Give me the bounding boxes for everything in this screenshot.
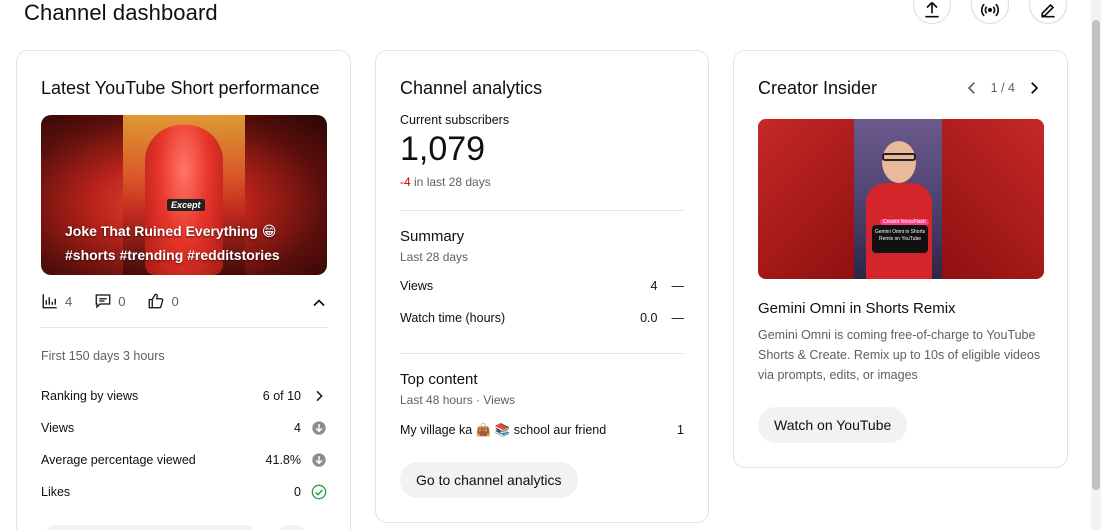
bar-chart-icon	[42, 294, 57, 309]
row-value: 4	[650, 279, 658, 293]
go-live-button[interactable]	[971, 0, 1009, 24]
live-broadcast-icon	[980, 3, 1000, 17]
delta-value: -4	[400, 175, 411, 189]
likes-count: 0	[171, 293, 179, 309]
row-label: My village ka 👜 📚 school aur friend	[400, 423, 607, 437]
creator-insider-card: Creator Insider 1 / 4 Creator NewsFlash …	[733, 50, 1068, 468]
card-title: Creator Insider	[758, 78, 878, 98]
row-value: 0.0	[640, 311, 658, 325]
pager: 1 / 4	[963, 79, 1043, 97]
metric-value: 6 of 10	[262, 389, 301, 403]
period-label: First 150 days 3 hours	[41, 349, 165, 363]
collapse-chevron-icon[interactable]	[309, 293, 329, 313]
metric-value: 4	[294, 421, 301, 435]
row-trend: —	[671, 279, 685, 293]
metric-label: Ranking by views	[41, 389, 139, 403]
comments-stat: 0	[94, 292, 125, 310]
subscriber-delta: -4 in last 28 days	[400, 175, 491, 189]
short-stats: 4 0 0	[41, 292, 179, 310]
top-content-row[interactable]: My village ka 👜 📚 school aur friend 1	[400, 423, 684, 438]
divider	[400, 353, 684, 354]
upload-icon	[925, 1, 939, 18]
partial-button[interactable]	[279, 525, 305, 530]
summary-row-views: Views 4 —	[400, 279, 684, 293]
divider	[400, 210, 684, 211]
summary-row-watch-time: Watch time (hours) 0.0 —	[400, 311, 684, 325]
metric-value: 41.8%	[265, 453, 301, 467]
card-title: Latest YouTube Short performance	[41, 78, 320, 98]
row-label: Views	[400, 279, 434, 293]
page-scrollbar[interactable]	[1091, 0, 1101, 530]
metric-label: Likes	[41, 485, 71, 499]
down-arrow-circle-icon	[312, 421, 326, 435]
short-thumbnail[interactable]: Except Joke That Ruined Everything 😁 #sh…	[41, 115, 327, 275]
metric-ranking[interactable]: Ranking by views 6 of 10	[41, 388, 327, 404]
top-content-period: Last 48 hours · Views	[400, 393, 516, 407]
go-to-analytics-button[interactable]: Go to channel analytics	[400, 462, 578, 498]
latest-short-card: Latest YouTube Short performance Except …	[16, 50, 351, 530]
metric-label: Average percentage viewed	[41, 453, 196, 467]
comment-icon	[95, 294, 111, 309]
video-title[interactable]: Gemini Omni in Shorts Remix	[758, 300, 956, 317]
watch-on-youtube-button[interactable]: Watch on YouTube	[758, 407, 908, 443]
delta-text: in last 28 days	[414, 175, 491, 189]
pager-text: 1 / 4	[990, 81, 1015, 95]
summary-title: Summary	[400, 228, 465, 245]
video-description: Gemini Omni is coming free-of-charge to …	[758, 328, 1041, 382]
subscriber-count: 1,079	[400, 130, 486, 168]
upload-button[interactable]	[913, 0, 951, 24]
chevron-left-icon[interactable]	[963, 79, 981, 97]
comments-count: 0	[118, 293, 126, 309]
chevron-right-icon[interactable]	[1025, 79, 1043, 97]
down-arrow-circle-icon	[312, 453, 326, 467]
likes-stat: 0	[147, 292, 179, 310]
thumbs-up-icon	[149, 293, 164, 309]
views-stat: 4	[41, 292, 72, 310]
page-title: Channel dashboard	[24, 0, 218, 25]
edit-icon	[1041, 3, 1055, 18]
row-label: Watch time (hours)	[400, 311, 506, 325]
insider-video-thumbnail[interactable]: Creator NewsFlash Gemini Omni in Shorts …	[758, 119, 1044, 279]
summary-period: Last 28 days	[400, 250, 469, 264]
metric-likes: Likes 0	[41, 484, 327, 500]
card-title: Channel analytics	[400, 78, 543, 98]
row-value: 1	[677, 423, 684, 437]
metric-value: 0	[294, 485, 301, 499]
check-circle-icon	[311, 484, 327, 500]
metric-views: Views 4	[41, 420, 327, 436]
views-count: 4	[65, 293, 73, 309]
create-post-button[interactable]	[1029, 0, 1067, 24]
top-content-title: Top content	[400, 371, 478, 388]
metric-avg-viewed: Average percentage viewed 41.8%	[41, 452, 327, 468]
channel-analytics-card: Channel analytics Current subscribers 1,…	[375, 50, 709, 523]
divider	[41, 327, 327, 328]
thumbnail-tag: Except	[167, 199, 205, 211]
partial-button[interactable]	[45, 525, 255, 530]
row-trend: —	[671, 311, 685, 325]
subscribers-label: Current subscribers	[400, 113, 510, 127]
scrollbar-thumb[interactable]	[1092, 20, 1100, 490]
chevron-right-icon[interactable]	[311, 388, 327, 404]
thumbnail-screen-text: Gemini Omni in Shorts Remix on YouTube	[872, 225, 928, 253]
thumbnail-caption: Joke That Ruined Everything 😁 #shorts #t…	[65, 223, 280, 263]
header-actions	[913, 0, 1067, 24]
metric-label: Views	[41, 421, 75, 435]
